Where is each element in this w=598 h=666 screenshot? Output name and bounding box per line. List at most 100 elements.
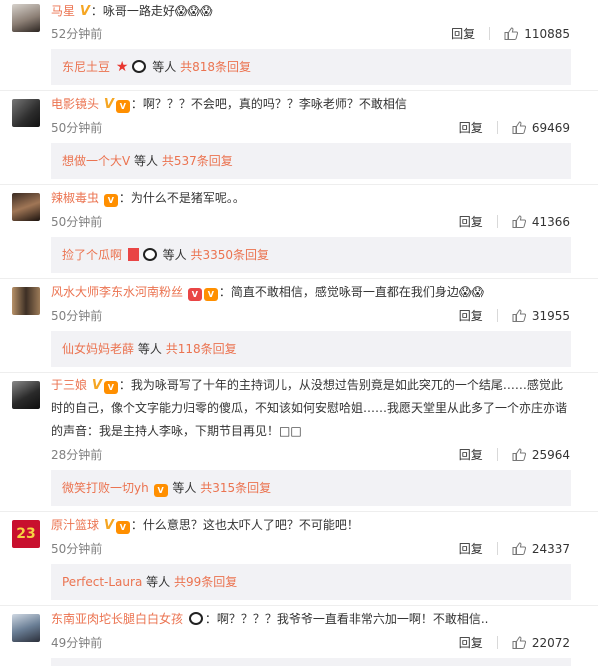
reply-total[interactable]: 共818条回复 bbox=[180, 60, 251, 74]
divider bbox=[496, 215, 498, 228]
reply-total[interactable]: 共3350条回复 bbox=[191, 248, 270, 262]
reply-button[interactable]: 回复 bbox=[459, 119, 483, 136]
comment-sep: ： bbox=[218, 285, 231, 299]
username[interactable]: 东南亚肉坨长腿白白女孩 bbox=[51, 612, 183, 626]
comment-time: 50分钟前 bbox=[51, 215, 103, 229]
divider bbox=[496, 636, 498, 649]
comment-divider bbox=[0, 184, 598, 185]
reply-total[interactable]: 共315条回复 bbox=[200, 481, 271, 495]
avatar[interactable]: 23 bbox=[12, 520, 40, 548]
comment-sep: ： bbox=[130, 518, 143, 532]
like-count[interactable]: 22072 bbox=[532, 636, 570, 650]
comment-text: 简直不敢相信，感觉咏哥一直都在我们身边😱😱 bbox=[230, 285, 484, 299]
reply-button[interactable]: 回复 bbox=[459, 540, 483, 557]
avatar[interactable] bbox=[12, 614, 40, 642]
reply-username[interactable]: 东尼土豆 bbox=[62, 60, 110, 74]
vip-badge-icon: V bbox=[103, 194, 118, 207]
reply-others: 等人 bbox=[172, 481, 197, 495]
like-count[interactable]: 24337 bbox=[532, 542, 570, 556]
reply-button[interactable]: 回复 bbox=[459, 634, 483, 651]
thumbs-up-icon[interactable] bbox=[512, 215, 526, 228]
thumbs-up-icon[interactable] bbox=[512, 309, 526, 322]
panda-icon bbox=[142, 248, 157, 261]
reply-summary[interactable]: 微笑打败一切yh V 等人 共315条回复 bbox=[51, 470, 571, 506]
comment-time: 50分钟前 bbox=[51, 309, 103, 323]
reply-button[interactable]: 回复 bbox=[459, 446, 483, 463]
comment-text: 我为咏哥写了十年的主持词儿，从没想过告别竟是如此突兀的一个结尾……感觉此 bbox=[130, 378, 563, 392]
verified-badge-icon: V bbox=[187, 288, 202, 301]
reply-others: 等人 bbox=[152, 60, 177, 74]
avatar[interactable] bbox=[12, 193, 40, 221]
thumbs-up-icon[interactable] bbox=[512, 448, 526, 461]
username[interactable]: 马星 bbox=[51, 4, 75, 18]
comment-time: 50分钟前 bbox=[51, 542, 103, 556]
comment-text: 啊？？？？我爷爷一直看非常六加一啊！不敢相信.. bbox=[216, 612, 489, 626]
reply-username[interactable]: 仙女妈妈老薛 bbox=[62, 342, 134, 356]
reply-summary[interactable]: 东尼土豆 ★ 等人 共818条回复 bbox=[51, 49, 571, 85]
divider bbox=[489, 27, 491, 40]
username[interactable]: 于三娘 bbox=[51, 378, 87, 392]
reply-button[interactable]: 回复 bbox=[459, 307, 483, 324]
comment-text: 咏哥一路走好😱😱😱 bbox=[102, 4, 213, 18]
verified-badge-icon: V bbox=[79, 4, 90, 19]
reply-username[interactable]: 想做一个大V bbox=[62, 154, 130, 168]
thumbs-up-icon[interactable] bbox=[512, 636, 526, 649]
reply-button[interactable]: 回复 bbox=[451, 25, 475, 42]
reply-username[interactable]: 捡了个瓜啊 bbox=[62, 248, 122, 262]
comment-divider bbox=[0, 278, 598, 279]
avatar[interactable] bbox=[12, 381, 40, 409]
star-icon: ★ bbox=[115, 59, 129, 75]
avatar[interactable] bbox=[12, 99, 40, 127]
reply-others: 等人 bbox=[162, 248, 187, 262]
username[interactable]: 辣椒毒虫 bbox=[51, 191, 99, 205]
divider bbox=[496, 448, 498, 461]
panda-icon bbox=[188, 612, 203, 625]
reply-summary[interactable]: Perfect-Laura 等人 共99条回复 bbox=[51, 564, 571, 600]
thumbs-up-icon[interactable] bbox=[512, 121, 526, 134]
panda-icon bbox=[132, 60, 147, 73]
reply-total[interactable]: 共99条回复 bbox=[174, 575, 237, 589]
like-count[interactable]: 41366 bbox=[532, 215, 570, 229]
comment-sep: ： bbox=[204, 612, 217, 626]
reply-total[interactable]: 共118条回复 bbox=[166, 342, 237, 356]
reply-summary[interactable]: 想做一个大V 等人 共537条回复 bbox=[51, 143, 571, 179]
thumbs-up-icon[interactable] bbox=[512, 542, 526, 555]
reply-button[interactable]: 回复 bbox=[459, 213, 483, 230]
reply-username[interactable]: Perfect-Laura bbox=[62, 575, 142, 589]
comment-text: 什么意思？这也太吓人了吧？不可能吧！ bbox=[142, 518, 359, 532]
vip-badge-icon: V bbox=[203, 288, 218, 301]
verified-badge-icon: V bbox=[91, 378, 102, 393]
username[interactable]: 原汁篮球 bbox=[51, 518, 99, 532]
avatar[interactable] bbox=[12, 287, 40, 315]
reply-summary[interactable]: 仙女妈妈老薛 等人 共118条回复 bbox=[51, 331, 571, 367]
comment-sep: ： bbox=[118, 378, 131, 392]
comment-text: 啊？？？不会吧，真的吗？？李咏老师？不敢相信 bbox=[142, 97, 407, 111]
comment-divider bbox=[0, 511, 598, 512]
comment-text-line: 的声音：我是主持人李咏，下期节目再见！□□ bbox=[51, 424, 302, 438]
comment-divider bbox=[0, 605, 598, 606]
comment-sep: ： bbox=[130, 97, 143, 111]
reply-others: 等人 bbox=[134, 154, 159, 168]
reply-total[interactable]: 共537条回复 bbox=[162, 154, 233, 168]
username[interactable]: 风水大师李东水河南粉丝 bbox=[51, 285, 183, 299]
reply-summary[interactable]: 捡了个瓜啊 等人 共3350条回复 bbox=[51, 237, 571, 273]
comment-sep: ： bbox=[118, 191, 131, 205]
comment-time: 28分钟前 bbox=[51, 448, 103, 462]
like-count[interactable]: 25964 bbox=[532, 448, 570, 462]
like-count[interactable]: 110885 bbox=[524, 27, 570, 41]
like-count[interactable]: 69469 bbox=[532, 121, 570, 135]
vip-badge-icon: V bbox=[103, 381, 118, 394]
vip-badge-icon: V bbox=[115, 521, 130, 534]
avatar[interactable] bbox=[12, 4, 40, 32]
like-count[interactable]: 31955 bbox=[532, 309, 570, 323]
reply-others: 等人 bbox=[137, 342, 162, 356]
verified-badge-icon: V bbox=[103, 97, 114, 112]
thumbs-up-icon[interactable] bbox=[504, 27, 519, 40]
reply-summary[interactable] bbox=[51, 658, 571, 666]
divider bbox=[496, 542, 498, 555]
divider bbox=[496, 309, 498, 322]
username[interactable]: 电影镜头 bbox=[51, 97, 99, 111]
comment-time: 49分钟前 bbox=[51, 636, 103, 650]
reply-username[interactable]: 微笑打败一切yh bbox=[62, 481, 149, 495]
comment-time: 50分钟前 bbox=[51, 121, 103, 135]
